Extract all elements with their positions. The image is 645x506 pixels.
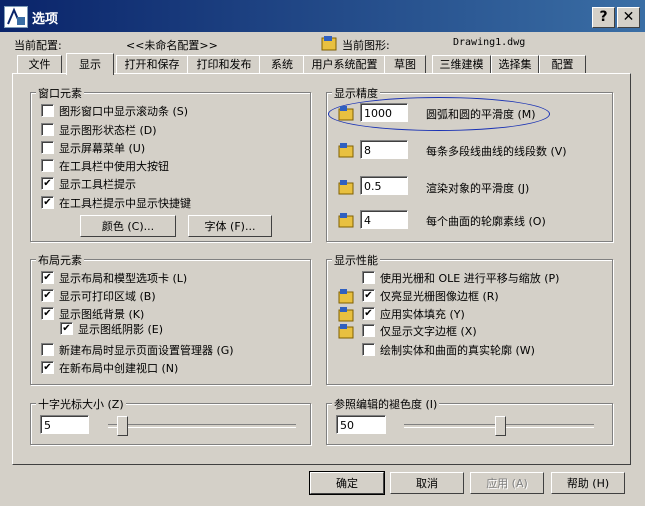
current-profile-value: <<未命名配置>> xyxy=(126,39,218,52)
tab-user-preferences[interactable]: 用户系统配置 xyxy=(303,55,386,74)
current-profile-label: 当前配置: xyxy=(14,39,62,52)
drawing-property-icon xyxy=(338,288,354,304)
label-text-frame: 仅显示文字边框 (X) xyxy=(380,325,477,338)
cancel-button[interactable]: 取消 xyxy=(390,472,464,494)
label-raster-ole: 使用光栅和 OLE 进行平移与缩放 (P) xyxy=(380,272,560,285)
display-resolution-title: 显示精度 xyxy=(332,85,380,101)
drawing-property-icon xyxy=(338,179,354,195)
tab-open-save[interactable]: 打开和保存 xyxy=(116,55,188,74)
tab-files[interactable]: 文件 xyxy=(17,55,62,74)
xref-fade-title: 参照编辑的褪色度 (I) xyxy=(332,396,440,412)
tab-system[interactable]: 系统 xyxy=(259,55,305,74)
tab-selection[interactable]: 选择集 xyxy=(491,55,539,74)
tab-display[interactable]: 显示 xyxy=(66,53,114,75)
current-drawing-value: Drawing1.dwg xyxy=(453,37,526,48)
fonts-button[interactable]: 字体 (F)... xyxy=(188,215,272,237)
window-elements-title: 窗口元素 xyxy=(36,85,84,101)
tab-plot-publish[interactable]: 打印和发布 xyxy=(187,55,261,74)
checkbox-shortcut-keys[interactable]: ✔ xyxy=(41,196,54,209)
checkbox-raster-frame[interactable]: ✔ xyxy=(362,289,375,302)
help-title-button[interactable]: ? xyxy=(592,7,615,28)
current-drawing-label: 当前图形: xyxy=(342,39,390,52)
window-title: 选项 xyxy=(32,12,59,27)
xref-fade-input[interactable]: 50 xyxy=(336,415,386,434)
tab-3d-modeling[interactable]: 三维建模 xyxy=(432,55,491,74)
checkbox-screen-menu[interactable] xyxy=(41,141,54,154)
title-bar xyxy=(0,0,645,32)
checkbox-status-bar[interactable] xyxy=(41,123,54,136)
checkbox-printable-area[interactable]: ✔ xyxy=(41,289,54,302)
rendered-smoothness-input[interactable]: 0.5 xyxy=(360,176,408,195)
checkbox-text-frame[interactable] xyxy=(362,324,375,337)
label-shortcut-keys: 在工具栏提示中显示快捷键 xyxy=(59,197,191,210)
drawing-property-icon xyxy=(338,306,354,322)
drawing-property-icon xyxy=(338,323,354,339)
label-printable-area: 显示可打印区域 (B) xyxy=(59,290,156,303)
label-true-silhouettes: 绘制实体和曲面的真实轮廓 (W) xyxy=(380,344,535,357)
arc-smoothness-input[interactable]: 1000 xyxy=(360,103,408,122)
label-paper-background: 显示图纸背景 (K) xyxy=(59,308,145,321)
tab-strip: 文件 显示 打开和保存 打印和发布 系统 用户系统配置 草图 三维建模 选择集 … xyxy=(12,53,628,75)
close-icon[interactable]: ✕ xyxy=(617,7,640,28)
display-performance-title: 显示性能 xyxy=(332,252,380,268)
checkbox-true-silhouettes[interactable] xyxy=(362,343,375,356)
polyline-segments-label: 每条多段线曲线的线段数 (V) xyxy=(426,145,567,158)
label-tooltips: 显示工具栏提示 xyxy=(59,178,136,191)
contour-lines-label: 每个曲面的轮廓素线 (O) xyxy=(426,215,546,228)
label-screen-menu: 显示屏幕菜单 (U) xyxy=(59,142,146,155)
rendered-smoothness-label: 渲染对象的平滑度 (J) xyxy=(426,182,530,195)
drawing-property-icon xyxy=(338,142,354,158)
polyline-segments-input[interactable]: 8 xyxy=(360,140,408,159)
help-button[interactable]: 帮助 (H) xyxy=(551,472,625,494)
checkbox-large-buttons[interactable] xyxy=(41,159,54,172)
checkbox-paper-background[interactable]: ✔ xyxy=(41,307,54,320)
checkbox-solid-fill[interactable]: ✔ xyxy=(362,307,375,320)
autocad-app-icon xyxy=(4,6,28,28)
contour-lines-input[interactable]: 4 xyxy=(360,210,408,229)
crosshair-size-input[interactable]: 5 xyxy=(40,415,89,434)
label-large-buttons: 在工具栏中使用大按钮 xyxy=(59,160,169,173)
label-status-bar: 显示图形状态栏 (D) xyxy=(59,124,157,137)
checkbox-paper-shadow[interactable]: ✔ xyxy=(60,322,73,335)
crosshair-size-slider-thumb[interactable] xyxy=(116,416,128,436)
layout-elements-title: 布局元素 xyxy=(36,252,84,268)
checkbox-tooltips[interactable]: ✔ xyxy=(41,177,54,190)
checkbox-page-setup-manager[interactable] xyxy=(41,343,54,356)
drawing-icon xyxy=(321,35,337,51)
label-page-setup-manager: 新建布局时显示页面设置管理器 (G) xyxy=(59,344,234,357)
label-paper-shadow: 显示图纸阴影 (E) xyxy=(78,323,164,336)
crosshair-size-slider-track xyxy=(108,424,296,428)
checkbox-scrollbars[interactable] xyxy=(41,104,54,117)
label-solid-fill: 应用实体填充 (Y) xyxy=(380,308,465,321)
ok-button[interactable]: 确定 xyxy=(309,471,385,495)
checkbox-raster-ole[interactable] xyxy=(362,271,375,284)
colors-button[interactable]: 颜色 (C)... xyxy=(80,215,176,237)
tab-drafting[interactable]: 草图 xyxy=(384,55,426,74)
checkbox-create-viewport[interactable]: ✔ xyxy=(41,361,54,374)
apply-button[interactable]: 应用 (A) xyxy=(470,472,544,494)
tab-profiles[interactable]: 配置 xyxy=(539,55,586,74)
label-raster-frame: 仅亮显光栅图像边框 (R) xyxy=(380,290,499,303)
label-create-viewport: 在新布局中创建视口 (N) xyxy=(59,362,179,375)
label-scrollbars: 图形窗口中显示滚动条 (S) xyxy=(59,105,189,118)
label-layout-model-tabs: 显示布局和模型选项卡 (L) xyxy=(59,272,188,285)
crosshair-size-title: 十字光标大小 (Z) xyxy=(36,396,126,412)
arc-smoothness-label: 圆弧和圆的平滑度 (M) xyxy=(426,108,536,121)
xref-fade-slider-thumb[interactable] xyxy=(494,416,506,436)
drawing-property-icon xyxy=(338,105,354,121)
checkbox-layout-model-tabs[interactable]: ✔ xyxy=(41,271,54,284)
drawing-property-icon xyxy=(338,212,354,228)
